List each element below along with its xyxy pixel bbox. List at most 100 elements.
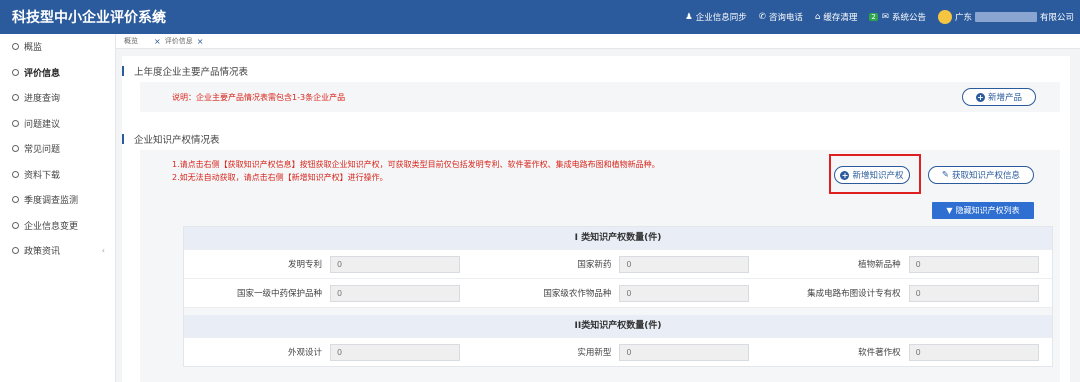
utility-model-input[interactable]: 0 xyxy=(619,343,750,361)
top-actions: ♟ 企业信息同步 ✆ 咨询电话 ⌂ 缓存清理 2 ✉ 系统公告 广东 有限公司 xyxy=(685,0,1074,34)
sidebar-item-label: 常见问题 xyxy=(24,145,61,156)
ip-field-tcm-protection: 国家一级中药保护品种 0 xyxy=(184,284,473,302)
ip-panel: 1.请点击右侧【获取知识产权信息】按钮获取企业知识产权，可获取类型目前仅包括发明… xyxy=(140,150,1060,382)
user-menu[interactable]: 广东 有限公司 xyxy=(937,10,1074,24)
circle-icon xyxy=(12,145,19,153)
ip-field-national-new-drug: 国家新药 0 xyxy=(473,255,762,273)
plus-icon: + xyxy=(975,92,985,102)
circle-icon xyxy=(12,43,19,51)
ip-field-invention-patent: 发明专利 0 xyxy=(184,255,473,273)
products-panel: 说明：企业主要产品情况表需包含1-3条企业产品 + 新增产品 xyxy=(140,82,1060,112)
sync-company-info-label: 企业信息同步 xyxy=(695,13,747,23)
hotline-button[interactable]: ✆ 咨询电话 xyxy=(759,11,803,23)
main-content: 上年度企业主要产品情况表 说明：企业主要产品情况表需包含1-3条企业产品 + 新… xyxy=(122,56,1070,382)
fetch-ip-label: 获取知识产权信息 xyxy=(952,171,1021,181)
software-copyright-input[interactable]: 0 xyxy=(908,343,1039,361)
field-label: 实用新型 xyxy=(577,348,612,358)
field-label: 国家级农作物品种 xyxy=(543,289,612,299)
circle-icon xyxy=(12,247,19,255)
ip-title-text: 企业知识产权情况表 xyxy=(134,135,220,146)
tab-evaluation-info[interactable]: × 评价信息 × xyxy=(146,36,211,46)
ip-field-crop-variety: 国家级农作物品种 0 xyxy=(473,284,762,302)
avatar xyxy=(937,10,952,24)
add-ip-label: 新增知识产权 xyxy=(852,171,904,181)
tab-overview[interactable]: 概览 xyxy=(116,36,146,46)
class2-header: II类知识产权数量(件) xyxy=(184,315,1052,337)
company-name-suffix: 有限公司 xyxy=(1039,13,1074,23)
section-marker xyxy=(122,134,124,144)
close-icon[interactable]: × xyxy=(197,37,204,46)
crop-variety-input[interactable]: 0 xyxy=(619,284,750,302)
menu-toggle-icon[interactable]: ≡ xyxy=(154,10,165,25)
sidebar-item-quarterly-survey[interactable]: 季度调查监测 xyxy=(0,187,115,213)
sidebar-item-overview[interactable]: 概监 xyxy=(0,34,115,60)
ip-count-table: I 类知识产权数量(件) 发明专利 0 国家新药 0 植物新品种 0 国家一级中药保护… xyxy=(183,226,1053,367)
sidebar-item-feedback[interactable]: 问题建议 xyxy=(0,111,115,137)
national-new-drug-input[interactable]: 0 xyxy=(619,255,750,273)
circle-icon xyxy=(12,94,19,102)
announcements-button[interactable]: 2 ✉ 系统公告 xyxy=(869,11,926,23)
sidebar-item-label: 政策资讯 xyxy=(24,247,61,258)
sidebar: 概监 评价信息 进度查询 问题建议 常见问题 资料下载 季度调查监测 企业信息变… xyxy=(0,34,116,382)
plant-variety-input[interactable]: 0 xyxy=(908,255,1039,273)
field-label: 国家新药 xyxy=(577,260,612,270)
field-label: 植物新品种 xyxy=(858,260,901,270)
sidebar-item-downloads[interactable]: 资料下载 xyxy=(0,162,115,188)
table-row: 国家一级中药保护品种 0 国家级农作物品种 0 集成电路布图设计专有权 0 xyxy=(184,278,1052,307)
phone-icon: ✆ xyxy=(758,12,766,22)
products-section-title: 上年度企业主要产品情况表 xyxy=(122,64,248,78)
sidebar-item-info-change[interactable]: 企业信息变更 xyxy=(0,213,115,239)
sidebar-item-policy-news[interactable]: 政策资讯 ‹ xyxy=(0,238,115,264)
ip-note-2: 2.如无法自动获取，请点击右侧【新增知识产权】进行操作。 xyxy=(172,173,388,182)
mail-icon: ✉ xyxy=(881,12,889,22)
table-row: 外观设计 0 实用新型 0 软件著作权 0 xyxy=(184,337,1052,366)
add-ip-button[interactable]: + 新增知识产权 xyxy=(834,166,910,184)
sidebar-item-progress[interactable]: 进度查询 xyxy=(0,85,115,111)
circle-icon xyxy=(12,221,19,229)
sidebar-item-label: 资料下载 xyxy=(24,170,61,181)
tcm-protection-input[interactable]: 0 xyxy=(330,284,460,302)
plus-icon: + xyxy=(840,170,850,180)
ip-section-title: 企业知识产权情况表 xyxy=(122,132,220,146)
sidebar-item-label: 进度查询 xyxy=(24,94,61,105)
tab-label: 评价信息 xyxy=(164,37,193,45)
ic-layout-input[interactable]: 0 xyxy=(908,284,1039,302)
person-icon: ♟ xyxy=(685,12,693,22)
masked-company-name xyxy=(974,12,1037,22)
field-label: 集成电路布图设计专有权 xyxy=(807,289,901,299)
sidebar-item-faq[interactable]: 常见问题 xyxy=(0,136,115,162)
ip-note-1: 1.请点击右侧【获取知识产权信息】按钮获取企业知识产权，可获取类型目前仅包括发明… xyxy=(172,160,660,169)
ip-field-design: 外观设计 0 xyxy=(184,343,473,361)
circle-icon xyxy=(12,119,19,127)
sidebar-item-label: 问题建议 xyxy=(24,119,61,130)
field-label: 软件著作权 xyxy=(858,348,901,358)
fetch-ip-info-button[interactable]: ✎ 获取知识产权信息 xyxy=(928,166,1034,184)
invention-patent-input[interactable]: 0 xyxy=(330,255,460,273)
clear-cache-button[interactable]: ⌂ 缓存清理 xyxy=(815,11,857,23)
add-product-button[interactable]: + 新增产品 xyxy=(962,88,1036,106)
add-product-label: 新增产品 xyxy=(987,93,1022,103)
design-input[interactable]: 0 xyxy=(330,343,460,361)
class1-header: I 类知识产权数量(件) xyxy=(184,227,1052,249)
hotline-label: 咨询电话 xyxy=(768,13,803,23)
tab-strip: 概览 × 评价信息 × xyxy=(116,34,1080,49)
ip-field-ic-layout: 集成电路布图设计专有权 0 xyxy=(763,284,1052,302)
top-bar: 科技型中小企业评价系统 ≡ ♟ 企业信息同步 ✆ 咨询电话 ⌂ 缓存清理 2 ✉… xyxy=(0,0,1080,34)
ip-field-plant-variety: 植物新品种 0 xyxy=(763,255,1052,273)
circle-icon xyxy=(12,68,19,76)
notification-badge: 2 xyxy=(869,13,878,21)
edit-icon: ✎ xyxy=(941,170,950,180)
sidebar-item-label: 企业信息变更 xyxy=(24,221,79,232)
sidebar-item-label: 评价信息 xyxy=(24,68,61,79)
field-label: 发明专利 xyxy=(287,260,322,270)
table-spacer xyxy=(184,307,1052,315)
close-icon[interactable]: × xyxy=(154,37,161,46)
products-title-text: 上年度企业主要产品情况表 xyxy=(134,67,249,78)
announcements-label: 系统公告 xyxy=(891,13,926,23)
app-title: 科技型中小企业评价系统 xyxy=(12,10,166,26)
products-note: 说明：企业主要产品情况表需包含1-3条企业产品 xyxy=(172,93,346,102)
circle-icon xyxy=(12,196,19,204)
hide-ip-list-button[interactable]: ▼ 隐藏知识产权列表 xyxy=(932,202,1034,219)
sync-company-info-button[interactable]: ♟ 企业信息同步 xyxy=(685,11,747,23)
sidebar-item-evaluation-info[interactable]: 评价信息 xyxy=(0,60,115,86)
